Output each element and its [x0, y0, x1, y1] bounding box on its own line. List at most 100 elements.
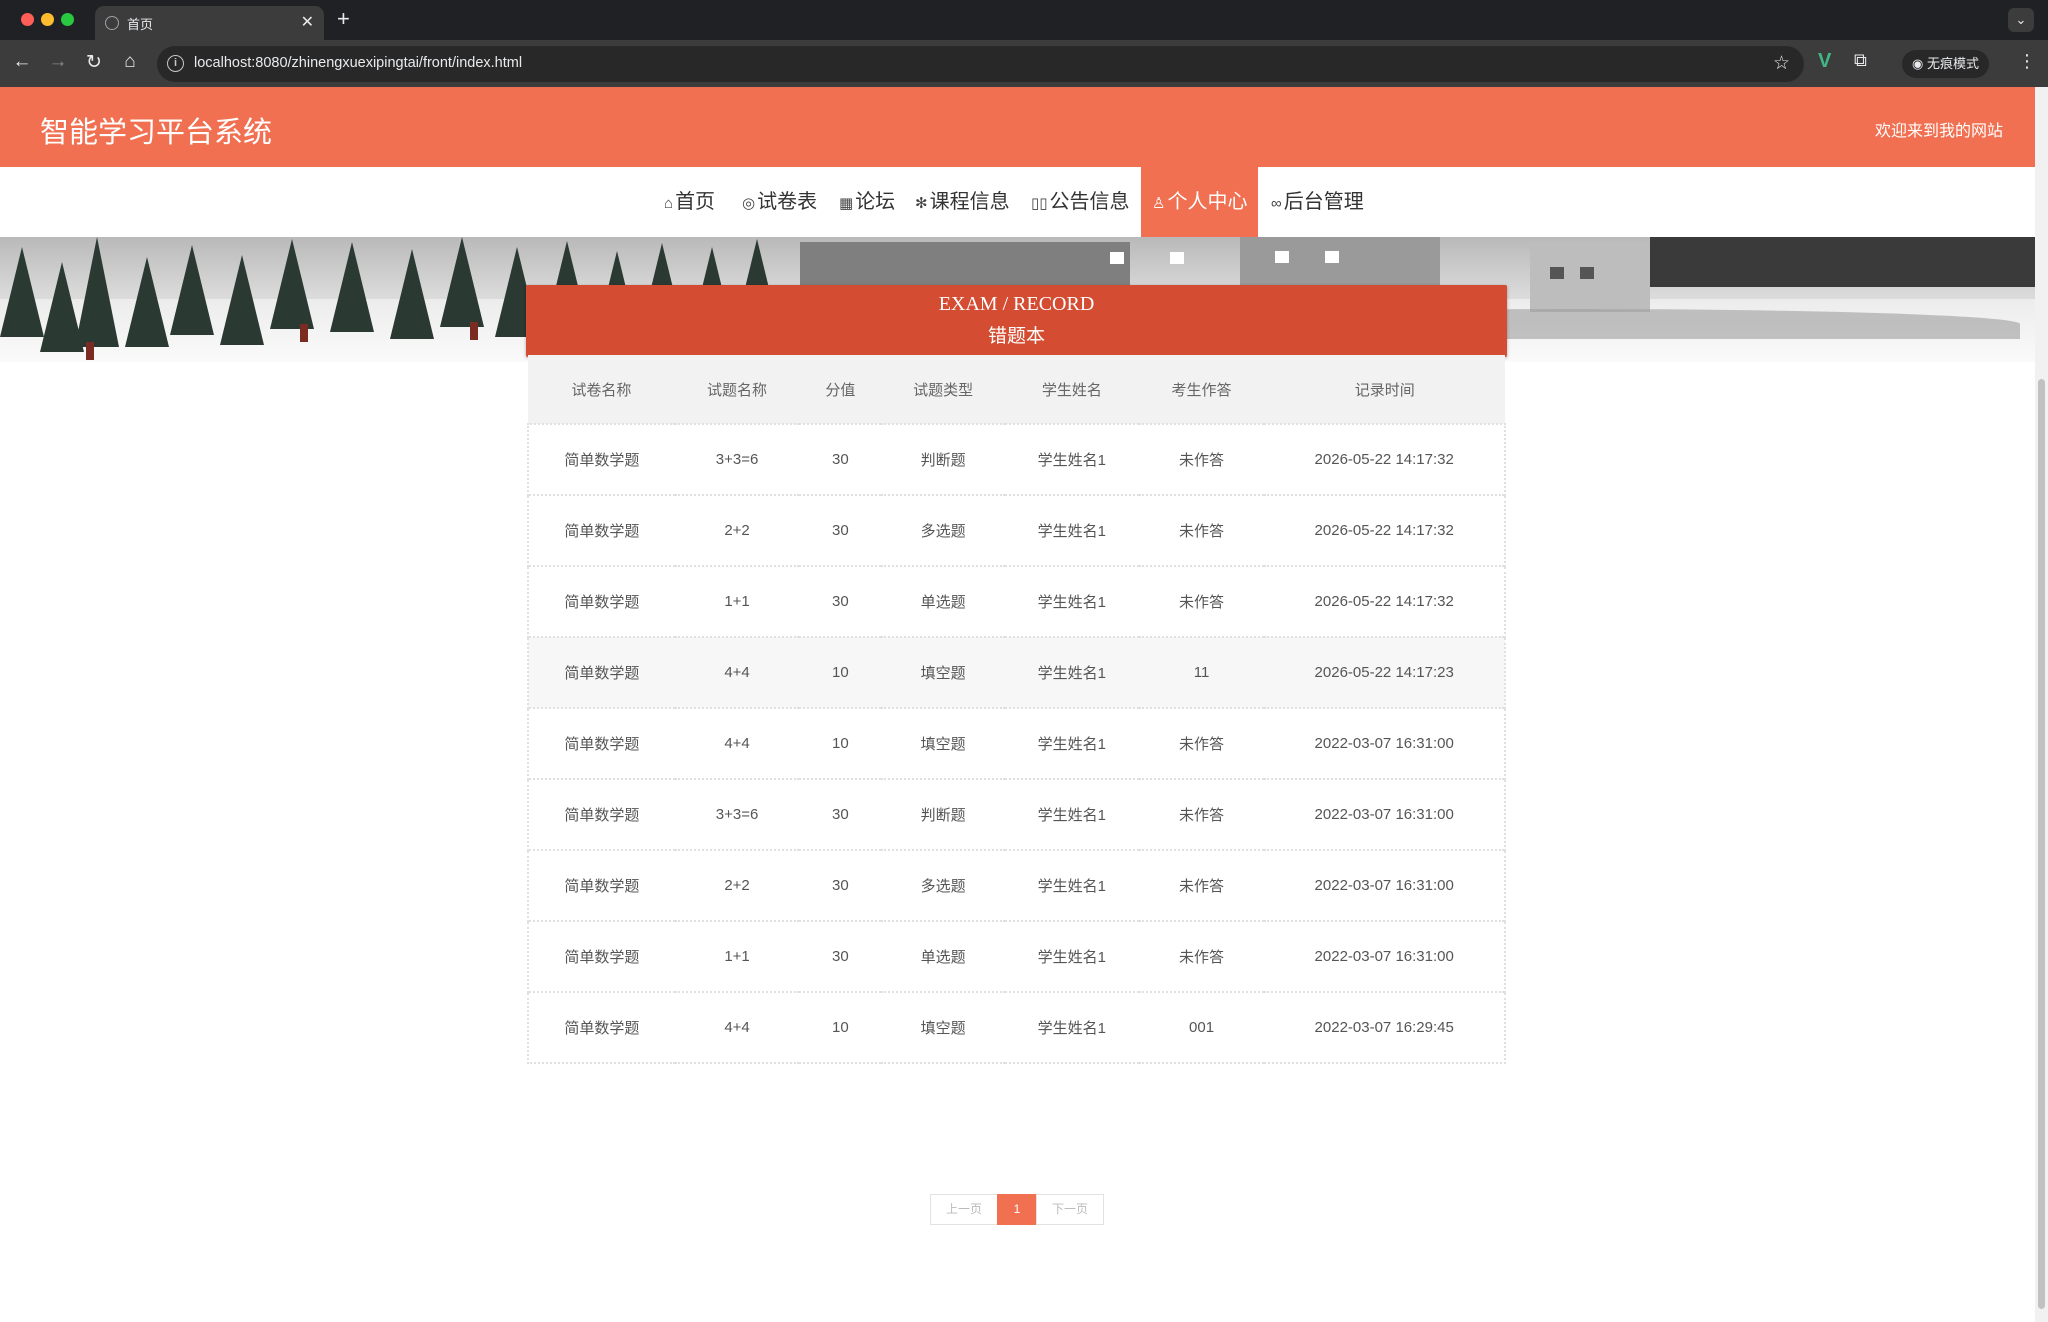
- table-cell: 001: [1138, 991, 1265, 1064]
- web-page: 智能学习平台系统 欢迎来到我的网站 ⌂ 首页 ◎ 试卷表 ▦ 论坛 ✻ 课程信息 ▯▯ 公…: [0, 87, 2035, 1322]
- banner-tree: [170, 245, 214, 335]
- table-cell: 30: [799, 565, 882, 637]
- banner-trunk: [86, 342, 94, 360]
- browser-tab[interactable]: 首页 ✕: [95, 6, 324, 40]
- table-cell: 30: [799, 494, 882, 566]
- bookmark-star-icon[interactable]: ☆: [1773, 52, 1790, 75]
- table-header-row: 试卷名称 试题名称 分值 试题类型 学生姓名 考生作答 记录时间: [528, 355, 1505, 424]
- browser-menu-icon[interactable]: ⋮: [2018, 51, 2036, 72]
- nav-item-exam-papers[interactable]: ◎ 试卷表: [742, 167, 817, 238]
- nav-label: 公告信息: [1049, 191, 1130, 213]
- incognito-label: 无痕模式: [1926, 56, 1979, 71]
- calendar-icon: ▦: [839, 195, 854, 212]
- table-cell: 3+3=6: [674, 778, 800, 850]
- page-scrollbar[interactable]: [2035, 87, 2048, 1322]
- table-cell: 多选题: [881, 849, 1005, 921]
- table-cell: 4+4: [674, 991, 800, 1064]
- table-cell: 2026-05-22 14:17:32: [1264, 494, 1506, 566]
- table-row[interactable]: 简单数学题 1+1 30 单选题 学生姓名1 未作答 2026-05-22 14:17:32: [527, 565, 1506, 637]
- table-row[interactable]: 简单数学题 2+2 30 多选题 学生姓名1 未作答 2022-03-07 16:31:00: [527, 849, 1506, 921]
- table-row[interactable]: 简单数学题 3+3=6 30 判断题 学生姓名1 未作答 2022-03-07 16:31:…: [527, 778, 1506, 850]
- table-row[interactable]: 简单数学题 4+4 10 填空题 学生姓名1 11 2026-05-22 14:17:23: [527, 636, 1506, 708]
- table-cell: 简单数学题: [527, 707, 675, 779]
- incognito-badge[interactable]: ◉ 无痕模式: [1902, 50, 1989, 78]
- scrollbar-thumb[interactable]: [2038, 379, 2045, 1309]
- table-cell: 2022-03-07 16:29:45: [1264, 991, 1506, 1064]
- table-cell: 2026-05-22 14:17:32: [1264, 423, 1506, 495]
- table-row[interactable]: 简单数学题 4+4 10 填空题 学生姓名1 未作答 2022-03-07 16:31:00: [527, 707, 1506, 779]
- nav-item-admin[interactable]: ∞ 后台管理: [1271, 167, 1364, 238]
- new-tab-button[interactable]: +: [337, 6, 350, 32]
- globe-icon: [105, 16, 119, 30]
- banner-tree: [125, 257, 169, 347]
- nav-item-home[interactable]: ⌂ 首页: [664, 167, 715, 238]
- table-cell: 未作答: [1138, 920, 1265, 992]
- table-cell: 2022-03-07 16:31:00: [1264, 920, 1506, 992]
- table-cell: 10: [799, 707, 882, 779]
- close-icon[interactable]: ✕: [301, 12, 314, 32]
- table-cell: 未作答: [1138, 849, 1265, 921]
- browser-toolbar: ← → ↻ ⌂ i localhost:8080/zhinengxuexipin…: [0, 40, 2048, 87]
- table-row[interactable]: 简单数学题 1+1 30 单选题 学生姓名1 未作答 2022-03-07 16:31:00: [527, 920, 1506, 992]
- table-cell: 学生姓名1: [1004, 920, 1139, 992]
- banner-tree: [440, 237, 484, 327]
- table-cell: 学生姓名1: [1004, 494, 1139, 566]
- vue-devtools-icon[interactable]: V: [1818, 50, 1831, 73]
- address-bar[interactable]: i localhost:8080/zhinengxuexipingtai/fro…: [157, 46, 1804, 82]
- table-cell: 学生姓名1: [1004, 849, 1139, 921]
- table-cell: 学生姓名1: [1004, 423, 1139, 495]
- back-arrow-icon[interactable]: ←: [10, 51, 34, 73]
- table-cell: 2+2: [674, 849, 800, 921]
- nav-label: 试卷表: [757, 191, 818, 213]
- snowflake-icon: ✻: [915, 195, 928, 212]
- tab-search-button[interactable]: ⌄: [2008, 8, 2034, 32]
- table-cell: 学生姓名1: [1004, 991, 1139, 1064]
- banner-trunk: [470, 322, 478, 340]
- welcome-text: 欢迎来到我的网站: [1874, 123, 2003, 140]
- nav-label: 首页: [675, 191, 716, 213]
- prev-page-button[interactable]: 上一页: [930, 1194, 998, 1225]
- site-title[interactable]: 智能学习平台系统: [40, 109, 272, 151]
- forward-arrow-icon[interactable]: →: [46, 51, 70, 73]
- table-cell: 学生姓名1: [1004, 636, 1139, 708]
- table-cell: 未作答: [1138, 423, 1265, 495]
- site-info-icon[interactable]: i: [167, 55, 184, 72]
- table-cell: 判断题: [881, 423, 1005, 495]
- section-title-cn: 错题本: [987, 326, 1045, 347]
- next-page-button[interactable]: 下一页: [1036, 1194, 1104, 1225]
- page-number-button[interactable]: 1: [997, 1194, 1037, 1225]
- url-text[interactable]: localhost:8080/zhinengxuexipingtai/front…: [194, 55, 522, 71]
- table-cell: 填空题: [881, 991, 1005, 1064]
- column-header: 记录时间: [1264, 355, 1505, 424]
- close-window-button[interactable]: [21, 13, 34, 26]
- table-cell: 1+1: [674, 920, 800, 992]
- banner-tree: [75, 237, 119, 347]
- user-icon: ♙: [1152, 195, 1166, 212]
- maximize-window-button[interactable]: [61, 13, 74, 26]
- table-cell: 30: [799, 920, 882, 992]
- home-icon[interactable]: ⌂: [118, 51, 142, 73]
- table-row[interactable]: 简单数学题 3+3=6 30 判断题 学生姓名1 未作答 2026-05-22 14:17:…: [527, 423, 1506, 495]
- table-cell: 未作答: [1138, 565, 1265, 637]
- table-cell: 2026-05-22 14:17:32: [1264, 565, 1506, 637]
- column-header: 试题名称: [674, 355, 800, 424]
- table-row[interactable]: 简单数学题 4+4 10 填空题 学生姓名1 001 2022-03-07 16:29:45: [527, 991, 1506, 1064]
- home-icon: ⌂: [664, 195, 674, 212]
- table-cell: 3+3=6: [674, 423, 800, 495]
- extensions-puzzle-icon[interactable]: ⧉: [1854, 50, 1867, 71]
- section-title-box: EXAM / RECORD 错题本: [526, 285, 1507, 357]
- table-cell: 简单数学题: [527, 423, 675, 495]
- nav-item-personal-center[interactable]: ♙ 个人中心: [1141, 167, 1259, 238]
- table-cell: 简单数学题: [527, 849, 675, 921]
- table-cell: 学生姓名1: [1004, 565, 1139, 637]
- table-cell: 2022-03-07 16:31:00: [1264, 778, 1506, 850]
- palette-icon: ◎: [742, 195, 756, 212]
- nav-item-courses[interactable]: ✻ 课程信息: [915, 167, 1010, 238]
- nav-item-forum[interactable]: ▦ 论坛: [839, 167, 895, 238]
- minimize-window-button[interactable]: [41, 13, 54, 26]
- column-header: 试卷名称: [528, 355, 675, 424]
- nav-item-announcements[interactable]: ▯▯ 公告信息: [1031, 167, 1130, 238]
- reload-icon[interactable]: ↻: [82, 51, 106, 74]
- banner-tree: [330, 242, 374, 332]
- table-row[interactable]: 简单数学题 2+2 30 多选题 学生姓名1 未作答 2026-05-22 14:17:32: [527, 494, 1506, 566]
